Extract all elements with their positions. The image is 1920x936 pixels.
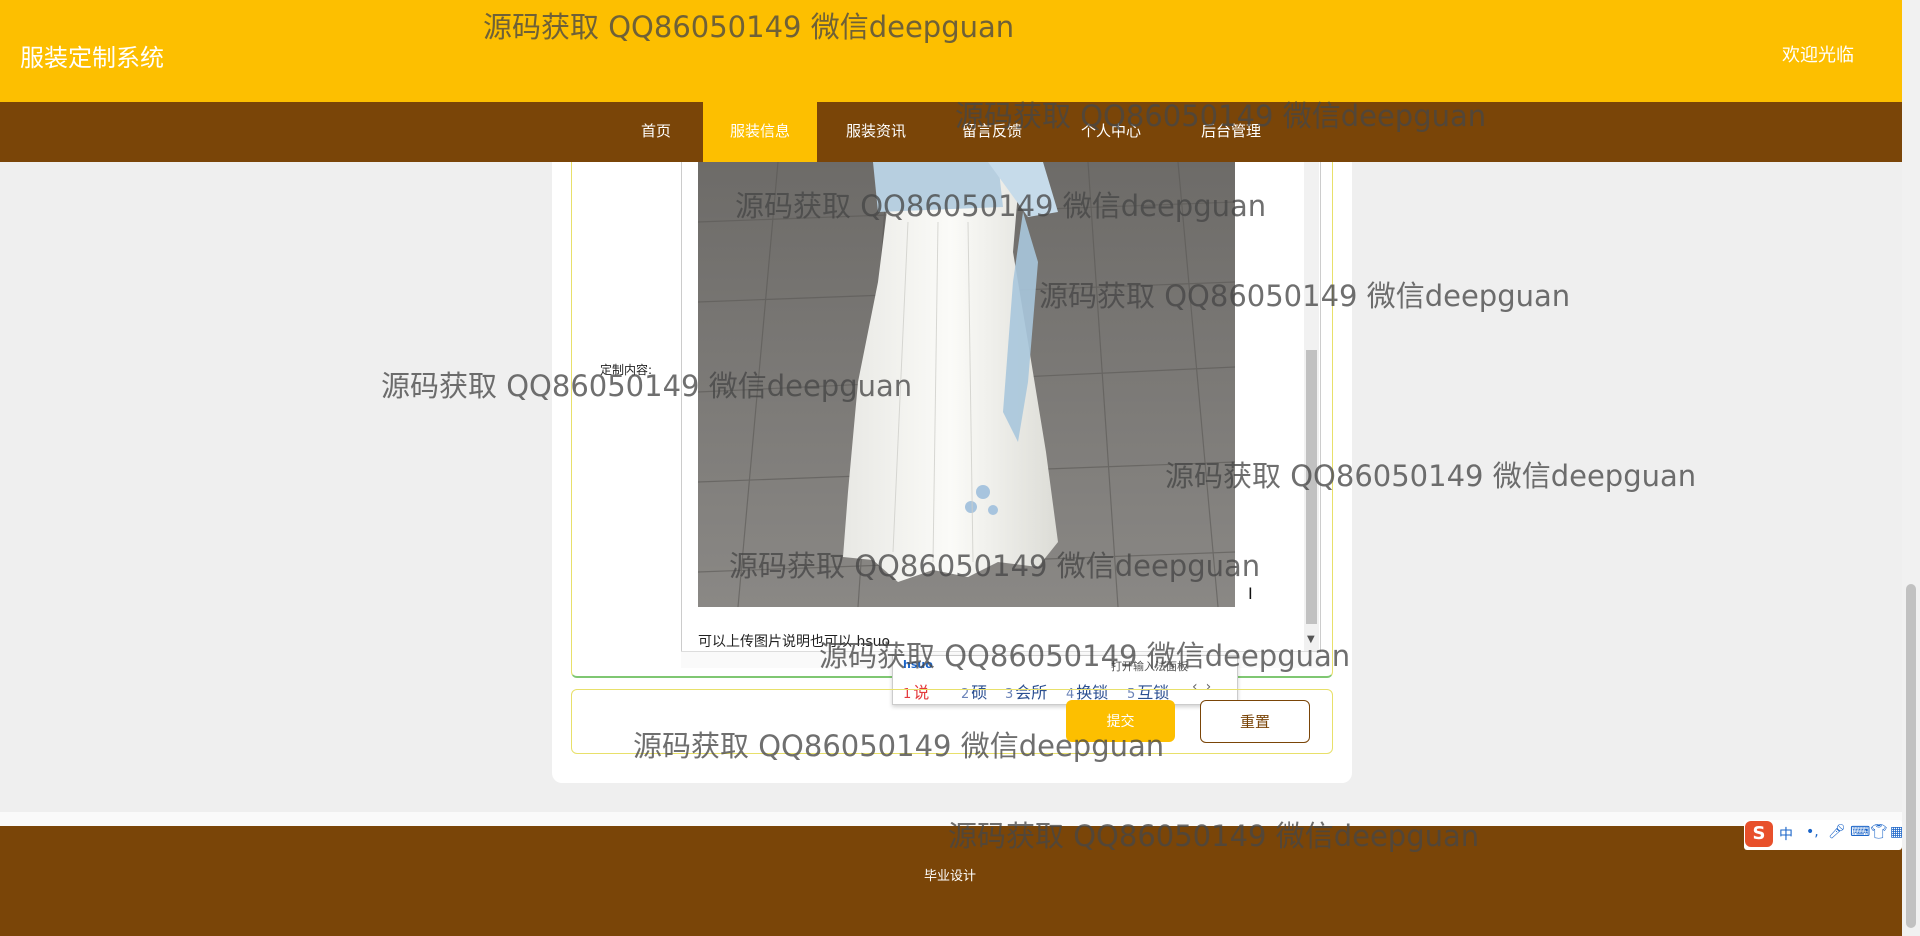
- skin-icon[interactable]: 👕︎: [1870, 824, 1888, 840]
- ime-pinyin: hsuo: [903, 658, 933, 671]
- scroll-down-arrow-icon[interactable]: ▼: [1307, 634, 1315, 645]
- submit-button[interactable]: 提交: [1066, 700, 1175, 742]
- microphone-icon[interactable]: 🎤︎: [1828, 824, 1846, 840]
- top-header: 服装定制系统 欢迎光临: [0, 0, 1902, 102]
- main-nav: 首页 服装信息 服装资讯 留言反馈 个人中心 后台管理: [0, 102, 1902, 162]
- toolbox-icon[interactable]: ▦: [1890, 824, 1903, 840]
- editor-scroll-thumb[interactable]: [1306, 350, 1317, 624]
- text-cursor-icon: I: [1248, 584, 1253, 603]
- sogou-logo-icon[interactable]: S: [1745, 821, 1773, 847]
- reset-button[interactable]: 重置: [1200, 700, 1310, 743]
- nav-item-feedback[interactable]: 留言反馈: [944, 102, 1040, 162]
- nav-item-clothing-info[interactable]: 服装信息: [703, 102, 817, 162]
- editor-text[interactable]: 可以上传图片说明也可以 hsuo: [698, 631, 890, 651]
- footer-divider: [0, 812, 1902, 826]
- keyboard-icon[interactable]: ⌨: [1850, 824, 1870, 840]
- welcome-text: 欢迎光临: [1782, 45, 1854, 66]
- ime-mode-chinese[interactable]: 中: [1779, 824, 1793, 844]
- nav-item-home[interactable]: 首页: [620, 102, 692, 162]
- uploaded-image[interactable]: [698, 162, 1235, 607]
- punctuation-icon[interactable]: •,: [1806, 824, 1819, 840]
- content-label: 定制内容:: [599, 363, 652, 377]
- nav-item-admin[interactable]: 后台管理: [1184, 102, 1278, 162]
- nav-item-clothing-news[interactable]: 服装资讯: [830, 102, 922, 162]
- site-title: 服装定制系统: [20, 44, 164, 72]
- footer-text: 毕业设计: [924, 869, 977, 884]
- nav-item-profile[interactable]: 个人中心: [1064, 102, 1158, 162]
- editor-scrollbar[interactable]: [1304, 162, 1319, 652]
- page-scrollbar[interactable]: [1902, 0, 1920, 936]
- page-scroll-thumb[interactable]: [1906, 584, 1916, 928]
- ime-panel-hint[interactable]: 打开输入法面板: [1111, 658, 1188, 674]
